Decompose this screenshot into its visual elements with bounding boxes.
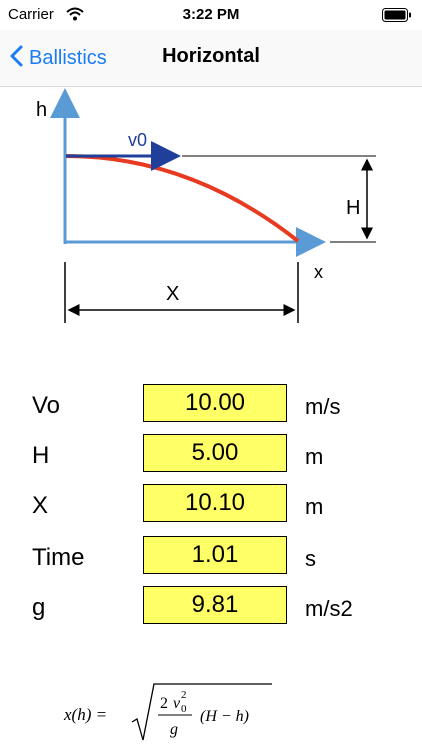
x-row: X 10.10 m (0, 484, 422, 524)
formula-num-coef: 2 (160, 695, 168, 712)
x-label: X (32, 492, 49, 519)
status-bar: Carrier 3:22 PM (0, 0, 422, 30)
h-label: H (32, 442, 50, 469)
trajectory-curve (65, 154, 300, 243)
h-unit: m (305, 444, 324, 469)
time-row: Time 1.01 s (0, 536, 422, 576)
page-title: Horizontal (162, 45, 260, 67)
g-row: g 9.81 m/s2 (0, 586, 422, 626)
distance-label: X (166, 283, 179, 305)
g-label: g (32, 594, 46, 621)
status-time: 3:22 PM (182, 6, 240, 23)
height-label: H (346, 197, 360, 219)
x-field[interactable]: 10.10 (143, 484, 287, 522)
formula: x(h) = 2 v 2 0 g (H − h) (50, 676, 280, 746)
formula-num-var: v (173, 695, 181, 712)
formula-num-sup: 2 (181, 689, 187, 701)
h-row: H 5.00 m (0, 434, 422, 474)
formula-lhs: x(h) = (63, 705, 107, 724)
vo-field[interactable]: 10.00 (143, 384, 287, 422)
navigation-bar: Ballistics Horizontal (0, 30, 422, 87)
formula-num-sub: 0 (181, 703, 187, 715)
h-field[interactable]: 5.00 (143, 434, 287, 472)
trajectory-diagram: h v0 H x X (0, 86, 422, 336)
v0-label: v0 (128, 130, 147, 150)
vo-row: Vo 10.00 m/s (0, 384, 422, 424)
time-unit: s (305, 546, 316, 571)
g-unit: m/s2 (305, 596, 353, 621)
x-axis-label: x (314, 262, 323, 282)
formula-rhs: (H − h) (200, 708, 249, 725)
x-unit: m (305, 494, 324, 519)
g-field[interactable]: 9.81 (143, 586, 287, 624)
h-axis-label: h (36, 99, 47, 121)
time-field[interactable]: 1.01 (143, 536, 287, 574)
battery-icon (382, 8, 412, 26)
vo-label: Vo (32, 392, 61, 419)
time-label: Time (32, 544, 85, 571)
formula-denom: g (170, 721, 178, 738)
vo-unit: m/s (305, 394, 341, 419)
